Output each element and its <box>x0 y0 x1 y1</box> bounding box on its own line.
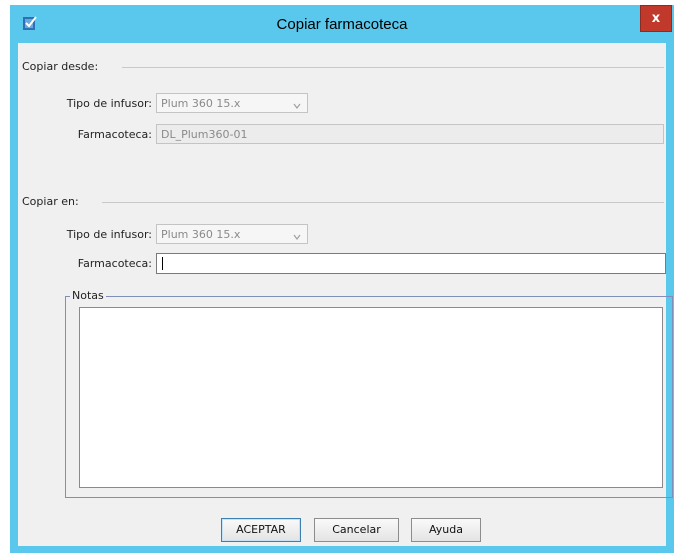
cancel-button[interactable]: Cancelar <box>314 518 399 542</box>
copy-to-divider <box>102 202 664 203</box>
copy-from-library-label: Farmacoteca: <box>77 128 152 141</box>
copy-to-infuser-type-select[interactable]: Plum 360 15.x <box>156 224 308 244</box>
title-bar[interactable]: Copiar farmacoteca x <box>10 5 674 43</box>
copy-to-infuser-type-label: Tipo de infusor: <box>66 228 152 241</box>
close-button[interactable]: x <box>640 5 672 32</box>
dialog-title: Copiar farmacoteca <box>276 16 408 33</box>
copy-to-library-input[interactable] <box>156 253 666 274</box>
accept-button[interactable]: ACEPTAR <box>221 518 301 542</box>
notes-group-label: Notas <box>70 289 106 302</box>
text-caret <box>162 257 163 270</box>
copy-from-infuser-type-label: Tipo de infusor: <box>66 97 152 110</box>
help-button[interactable]: Ayuda <box>411 518 481 542</box>
dialog-body: Copiar desde: Tipo de infusor: Plum 360 … <box>18 43 673 546</box>
copy-from-infuser-type-select[interactable]: Plum 360 15.x <box>156 93 308 113</box>
dialog-window: Copiar farmacoteca x Copiar desde: Tipo … <box>10 5 674 553</box>
copy-to-section-title: Copiar en: <box>22 195 79 208</box>
copy-from-infuser-type-value: Plum 360 15.x <box>161 97 241 110</box>
chevron-down-icon <box>293 100 301 109</box>
copy-from-section-title: Copiar desde: <box>22 60 99 73</box>
copy-from-library-field: DL_Plum360-01 <box>156 124 664 144</box>
copy-to-library-label: Farmacoteca: <box>77 257 152 270</box>
notes-textarea[interactable] <box>79 307 663 488</box>
copy-from-divider <box>122 67 664 68</box>
copy-to-infuser-type-value: Plum 360 15.x <box>161 228 241 241</box>
copy-from-library-value: DL_Plum360-01 <box>161 128 248 141</box>
chevron-down-icon <box>293 231 301 240</box>
